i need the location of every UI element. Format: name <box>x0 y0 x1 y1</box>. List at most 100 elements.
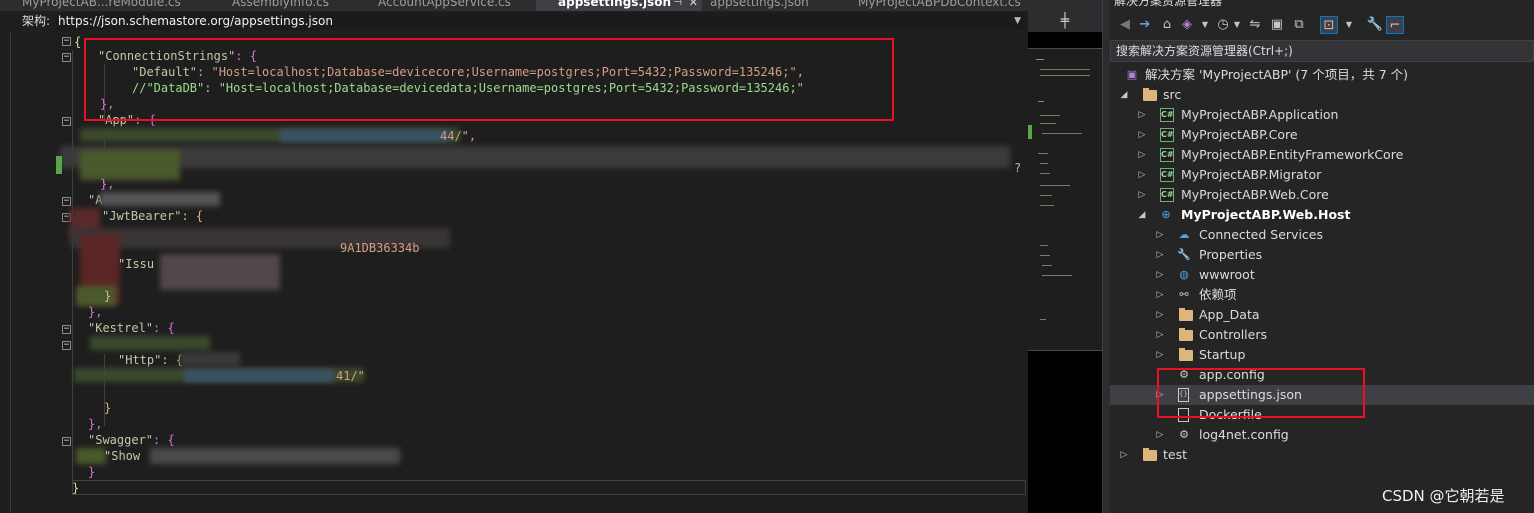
tree-item-controllers[interactable]: ▷ Controllers <box>1110 325 1534 345</box>
sync-icon[interactable]: ⇋ <box>1246 16 1264 34</box>
redacted-block <box>180 352 240 366</box>
schema-url: https://json.schemastore.org/appsettings… <box>58 14 333 28</box>
punct: ? <box>1014 161 1022 175</box>
back-icon[interactable]: ◀ <box>1116 16 1134 34</box>
fold-toggle[interactable]: − <box>62 325 71 334</box>
tab-module-cs[interactable]: MyProjectAB...reModule.cs <box>0 0 190 11</box>
brace-token: } <box>72 481 80 495</box>
collapsed-arrow-icon[interactable]: ▷ <box>1155 245 1165 265</box>
tab-appsettings-active[interactable]: appsettings.json ⊣ ✕ <box>536 0 702 11</box>
fold-toggle[interactable]: − <box>62 37 71 46</box>
json-key: "Kestrel" <box>88 321 154 335</box>
tree-item-project[interactable]: ▷ C# MyProjectABP.EntityFrameworkCore <box>1110 145 1534 165</box>
collapse-all-icon[interactable]: ▣ <box>1268 16 1286 34</box>
tree-item-project[interactable]: ▷ C# MyProjectABP.Migrator <box>1110 165 1534 185</box>
schema-label: 架构: <box>22 14 51 28</box>
solution-search-input[interactable]: 搜索解决方案资源管理器(Ctrl+;) <box>1110 40 1534 62</box>
tree-item-src[interactable]: ◢ src <box>1110 85 1534 105</box>
tab-assemblyinfo[interactable]: AssemblyInfo.cs <box>210 0 370 11</box>
tab-label: AccountAppService.cs <box>378 0 511 9</box>
tree-item-project[interactable]: ▷ C# MyProjectABP.Web.Core <box>1110 185 1534 205</box>
expanded-arrow-icon[interactable]: ◢ <box>1119 85 1129 105</box>
code-line: { <box>74 34 81 50</box>
code-editor[interactable]: − − − − − − − − { "ConnectionStrings": {… <box>0 32 1028 513</box>
minimap[interactable] <box>1028 32 1102 513</box>
schema-url-dropdown[interactable]: https://json.schemastore.org/appsettings… <box>55 13 1025 30</box>
tree-item-web-host[interactable]: ◢ ⊕ MyProjectABP.Web.Host <box>1110 205 1534 225</box>
filter-icon[interactable]: ⊡ <box>1320 16 1338 34</box>
collapsed-arrow-icon[interactable]: ▷ <box>1137 105 1147 125</box>
code-line: "Kestrel": { <box>88 320 175 336</box>
switch-views-icon[interactable]: ◈ <box>1178 16 1196 34</box>
fold-toggle[interactable]: − <box>62 341 71 350</box>
json-key: "Show <box>104 449 141 463</box>
fold-toggle[interactable]: − <box>62 197 71 206</box>
redacted-block <box>100 192 220 206</box>
chevron-down-icon[interactable]: ▼ <box>1228 16 1246 34</box>
code-line: } <box>72 480 79 496</box>
brace-token: }, <box>88 417 103 431</box>
pin-icon[interactable]: ⊣ <box>673 0 682 11</box>
fold-toggle[interactable]: − <box>62 437 71 446</box>
tab-appsettings-2[interactable]: appsettings.json <box>688 0 838 11</box>
tree-item-connected-services[interactable]: ▷ ☁ Connected Services <box>1110 225 1534 245</box>
collapsed-arrow-icon[interactable]: ▷ <box>1155 225 1165 245</box>
forward-icon[interactable]: ➔ <box>1136 16 1154 34</box>
csharp-project-icon: C# <box>1160 128 1174 142</box>
split-view-button[interactable]: ╪ <box>1028 11 1102 32</box>
tab-accountappservice[interactable]: AccountAppService.cs <box>356 0 546 11</box>
tree-item-startup[interactable]: ▷ Startup <box>1110 345 1534 365</box>
preview-icon[interactable]: ⌐ <box>1386 16 1404 34</box>
tree-item-properties[interactable]: ▷ 🔧 Properties <box>1110 245 1534 265</box>
tree-item-project[interactable]: ▷ C# MyProjectABP.Core <box>1110 125 1534 145</box>
chevron-down-icon[interactable]: ▼ <box>1014 13 1021 30</box>
tree-item-project[interactable]: ▷ C# MyProjectABP.Application <box>1110 105 1534 125</box>
tab-label: appsettings.json <box>710 0 809 9</box>
brace-token: } <box>88 465 96 479</box>
tree-item-app-data[interactable]: ▷ App_Data <box>1110 305 1534 325</box>
csharp-project-icon: C# <box>1160 168 1174 182</box>
collapsed-arrow-icon[interactable]: ▷ <box>1137 165 1147 185</box>
tab-label: AssemblyInfo.cs <box>232 0 330 9</box>
current-line-highlight <box>72 480 1026 495</box>
collapsed-arrow-icon[interactable]: ▷ <box>1137 145 1147 165</box>
code-line: "JwtBearer": { <box>102 208 203 224</box>
redacted-block <box>90 336 210 350</box>
collapsed-arrow-icon[interactable]: ▷ <box>1137 185 1147 205</box>
code-line: 44/", <box>440 128 476 144</box>
tree-item-label: Controllers <box>1199 327 1267 342</box>
collapsed-arrow-icon[interactable]: ▷ <box>1155 305 1165 325</box>
chevron-down-icon[interactable]: ▼ <box>1340 16 1358 34</box>
json-key: "JwtBearer" <box>102 209 182 223</box>
fold-toggle[interactable]: − <box>62 53 71 62</box>
code-line: "Swagger": { <box>88 432 175 448</box>
tree-item-wwwroot[interactable]: ▷ ◍ wwwroot <box>1110 265 1534 285</box>
collapsed-arrow-icon[interactable]: ▷ <box>1155 425 1165 445</box>
redacted-block <box>280 130 450 142</box>
collapsed-arrow-icon[interactable]: ▷ <box>1155 325 1165 345</box>
tree-item-log4net-config[interactable]: ▷ ⚙ log4net.config <box>1110 425 1534 445</box>
fold-toggle[interactable]: − <box>62 117 71 126</box>
properties-wrench-icon[interactable]: 🔧 <box>1366 16 1384 34</box>
chevron-down-icon[interactable]: ▼ <box>1196 16 1214 34</box>
tree-item-label: MyProjectABP.EntityFrameworkCore <box>1181 147 1404 162</box>
collapsed-arrow-icon[interactable]: ▷ <box>1137 125 1147 145</box>
code-line: "Http": { <box>118 352 183 368</box>
home-icon[interactable]: ⌂ <box>1158 16 1176 34</box>
tree-item-test[interactable]: ▷ test <box>1110 445 1534 465</box>
connected-services-icon: ☁ <box>1178 228 1190 241</box>
show-all-files-icon[interactable]: ⧉ <box>1290 16 1308 34</box>
folder-icon <box>1143 448 1157 461</box>
tree-item-solution[interactable]: ▣ 解决方案 'MyProjectABP' (7 个项目，共 7 个) <box>1110 65 1534 85</box>
tab-dbcontext[interactable]: MyProjectABPDbContext.cs <box>836 0 1046 11</box>
expanded-arrow-icon[interactable]: ◢ <box>1137 205 1147 225</box>
collapsed-arrow-icon[interactable]: ▷ <box>1119 445 1129 465</box>
json-string: 44/", <box>440 129 477 143</box>
minimap-viewport[interactable] <box>1028 48 1102 351</box>
tree-item-dependencies[interactable]: ▷ ⚯ 依赖项 <box>1110 285 1534 305</box>
config-files-highlight-box <box>1157 368 1365 418</box>
collapsed-arrow-icon[interactable]: ▷ <box>1155 345 1165 365</box>
code-line: ? <box>1014 160 1021 176</box>
collapsed-arrow-icon[interactable]: ▷ <box>1155 265 1165 285</box>
collapsed-arrow-icon[interactable]: ▷ <box>1155 285 1165 305</box>
